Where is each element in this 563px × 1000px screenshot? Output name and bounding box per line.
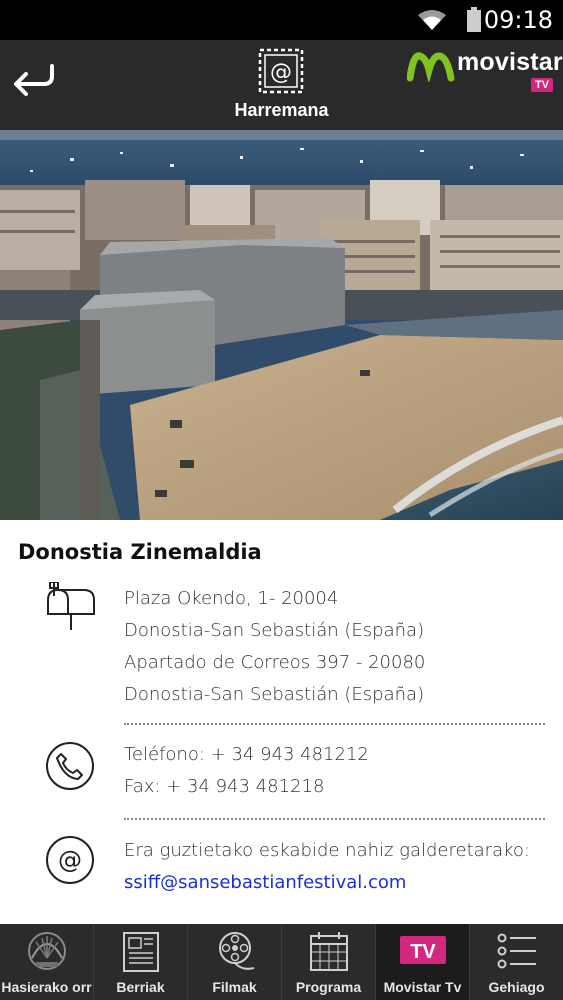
tv-icon: TV xyxy=(399,936,446,964)
phone-icon xyxy=(46,742,94,790)
address-line-4: Donostia-San Sebastián (España) xyxy=(124,684,425,705)
wifi-icon xyxy=(418,10,446,30)
hero-photo xyxy=(0,130,563,520)
film-reel-icon xyxy=(218,932,254,970)
newspaper-icon xyxy=(122,932,159,972)
svg-text:TV: TV xyxy=(410,941,436,963)
tab-filmak[interactable]: Filmak xyxy=(187,924,281,1000)
status-bar: 09:18 xyxy=(0,0,563,40)
address-line-2: Donostia-San Sebastián (España) xyxy=(124,620,425,641)
venue-name: Donostia Zinemaldia xyxy=(18,540,262,564)
at-stamp-icon: @ xyxy=(258,48,304,94)
tab-label: Movistar Tv xyxy=(383,979,462,995)
divider xyxy=(124,723,545,725)
tab-gehiago[interactable]: Gehiago xyxy=(469,924,563,1000)
email-link[interactable]: ssiff@sansebastianfestival.com xyxy=(124,872,406,893)
app-header: @ Harremana movistar TV xyxy=(0,40,563,130)
tab-movistar-tv[interactable]: TV Movistar Tv xyxy=(375,924,469,1000)
more-list-icon xyxy=(497,933,536,969)
brand-badge: TV xyxy=(530,78,553,92)
tab-label: Programa xyxy=(295,979,362,995)
tab-programa[interactable]: Programa xyxy=(281,924,375,1000)
brand-name: movistar xyxy=(457,48,563,76)
tab-label: Gehiago xyxy=(488,979,545,995)
tab-label: Filmak xyxy=(212,979,257,995)
movistar-m-icon xyxy=(407,52,455,82)
email-label: Era guztietako eskabide nahiz galderetar… xyxy=(124,840,530,861)
address-line-3: Apartado de Correos 397 - 20080 xyxy=(124,652,426,673)
bottom-tab-bar: Hasierako orr Berriak Filmak Programa TV… xyxy=(0,924,563,1000)
divider xyxy=(124,818,545,820)
battery-icon xyxy=(467,7,481,32)
tab-berriak[interactable]: Berriak xyxy=(93,924,187,1000)
status-time: 09:18 xyxy=(483,6,553,34)
svg-text:@: @ xyxy=(270,60,292,85)
tab-label: Berriak xyxy=(116,979,165,995)
tab-hasierako-orr[interactable]: Hasierako orr xyxy=(0,924,93,1000)
mailbox-icon xyxy=(47,582,95,630)
tab-label: Hasierako orr xyxy=(1,979,92,995)
at-icon: @ xyxy=(46,836,94,884)
contact-card: Donostia Zinemaldia Plaza Okendo, 1- 200… xyxy=(0,520,563,924)
movistar-tv-logo: movistar TV xyxy=(407,44,563,104)
fax-number: Fax: + 34 943 481218 xyxy=(124,776,325,797)
phone-number[interactable]: Teléfono: + 34 943 481212 xyxy=(124,744,369,765)
aerial-city-image xyxy=(0,130,563,520)
back-arrow-icon[interactable] xyxy=(6,50,62,106)
address-line-1: Plaza Okendo, 1- 20004 xyxy=(124,588,339,609)
svg-text:@: @ xyxy=(58,846,82,874)
shell-logo-icon xyxy=(27,932,66,970)
calendar-icon xyxy=(309,932,348,971)
